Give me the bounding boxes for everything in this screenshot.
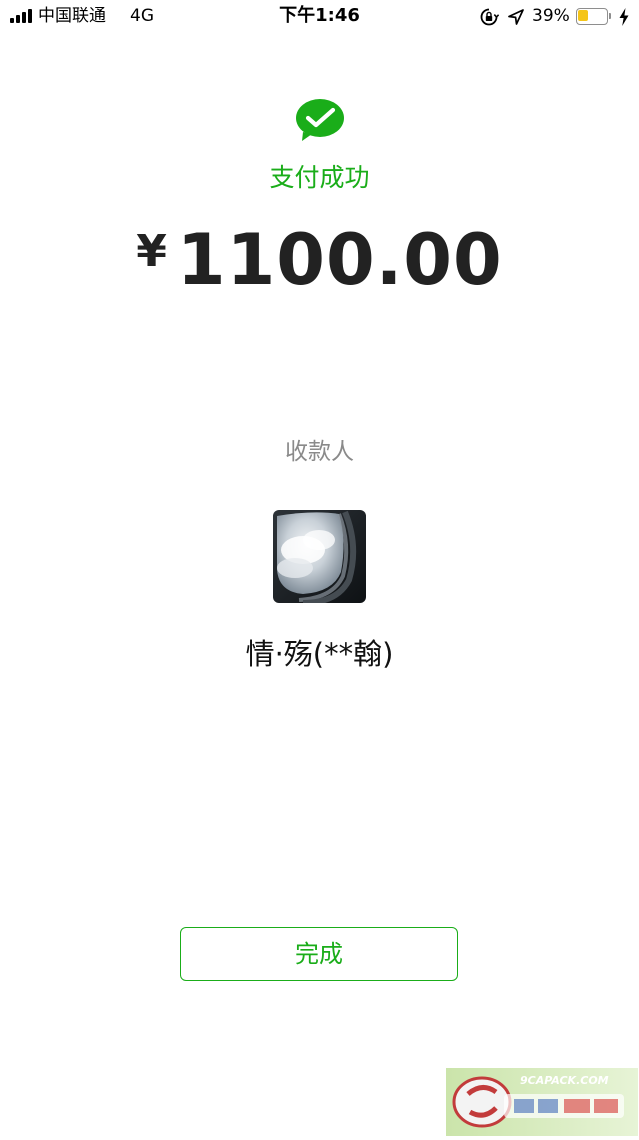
watermark-site-text: 9CAPACK.COM [520, 1074, 609, 1087]
site-watermark: 9CAPACK.COM [446, 1068, 638, 1136]
payee-avatar [273, 510, 366, 603]
payee-name: 情·殇(**翰) [245, 637, 394, 671]
currency-symbol: ¥ [136, 226, 167, 277]
payment-amount: ¥1100.00 [0, 220, 639, 300]
location-arrow-icon [508, 9, 524, 25]
battery-percent: 39% [532, 6, 570, 26]
done-button[interactable]: 完成 [180, 927, 458, 981]
status-bar: 中国联通 4G 下午1:46 39% [0, 0, 639, 34]
battery-icon [576, 8, 611, 25]
orientation-lock-icon [480, 8, 499, 26]
amount-value: 1100.00 [176, 219, 503, 301]
wechat-pay-check-icon [296, 99, 344, 141]
payee-label: 收款人 [285, 439, 354, 465]
charging-bolt-icon [619, 8, 629, 26]
payment-status-title: 支付成功 [269, 163, 370, 192]
